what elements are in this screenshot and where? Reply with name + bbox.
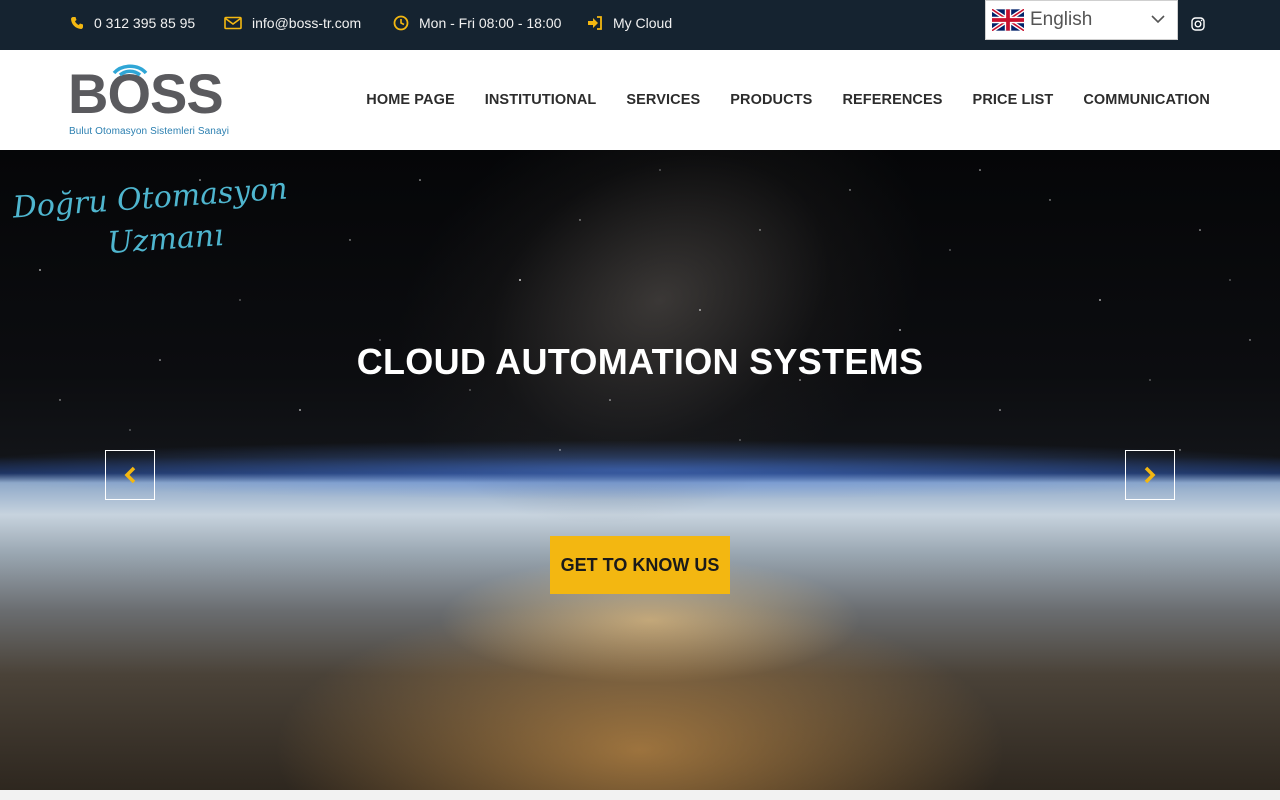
nav-price-list[interactable]: PRICE LIST [973, 92, 1054, 108]
uk-flag-icon [992, 9, 1024, 31]
main-navigation: HOME PAGE INSTITUTIONAL SERVICES PRODUCT… [336, 50, 1210, 150]
slider-prev-button[interactable] [105, 450, 155, 500]
nav-references[interactable]: REFERENCES [842, 92, 942, 108]
my-cloud-link[interactable]: My Cloud [587, 0, 672, 46]
nav-services[interactable]: SERVICES [626, 92, 700, 108]
language-selector[interactable]: English [985, 0, 1178, 40]
hero-slider: Doğru Otomasyon Uzmanı CLOUD AUTOMATION … [0, 150, 1280, 790]
working-hours: Mon - Fri 08:00 - 18:00 [393, 0, 561, 46]
language-label: English [1030, 9, 1093, 30]
chevron-down-icon [1151, 15, 1165, 24]
hours-text: Mon - Fri 08:00 - 18:00 [419, 15, 562, 31]
nav-home-page[interactable]: HOME PAGE [366, 92, 454, 108]
my-cloud-label: My Cloud [613, 15, 673, 31]
nav-institutional[interactable]: INSTITUTIONAL [485, 92, 597, 108]
hero-title: CLOUD AUTOMATION SYSTEMS [356, 341, 924, 382]
get-to-know-us-button[interactable]: GET TO KNOW US [550, 536, 730, 594]
slider-next-button[interactable] [1125, 450, 1175, 500]
envelope-icon [224, 16, 242, 30]
instagram-icon[interactable] [1191, 17, 1205, 31]
boss-logo[interactable]: BOSS Bulut Otomasyon Sistemleri Sanayi [68, 60, 230, 140]
nav-products[interactable]: PRODUCTS [730, 92, 812, 108]
phone-icon [71, 17, 83, 29]
site-header: BOSS Bulut Otomasyon Sistemleri Sanayi H… [0, 50, 1280, 150]
chevron-left-icon [124, 466, 136, 484]
nav-communication[interactable]: COMMUNICATION [1083, 92, 1210, 108]
top-bar: 0 312 395 85 95 info@boss-tr.com Mon - F… [0, 0, 1280, 50]
wifi-icon [112, 64, 148, 76]
phone-number: 0 312 395 85 95 [94, 15, 196, 31]
logo-subtitle: Bulut Otomasyon Sistemleri Sanayi [69, 126, 230, 137]
email-address: info@boss-tr.com [252, 15, 362, 31]
phone-contact[interactable]: 0 312 395 85 95 [70, 0, 195, 46]
sign-in-icon [588, 16, 602, 30]
email-contact[interactable]: info@boss-tr.com [224, 0, 361, 46]
page-bottom-strip [0, 790, 1280, 800]
clock-icon [393, 15, 409, 31]
chevron-right-icon [1144, 466, 1156, 484]
